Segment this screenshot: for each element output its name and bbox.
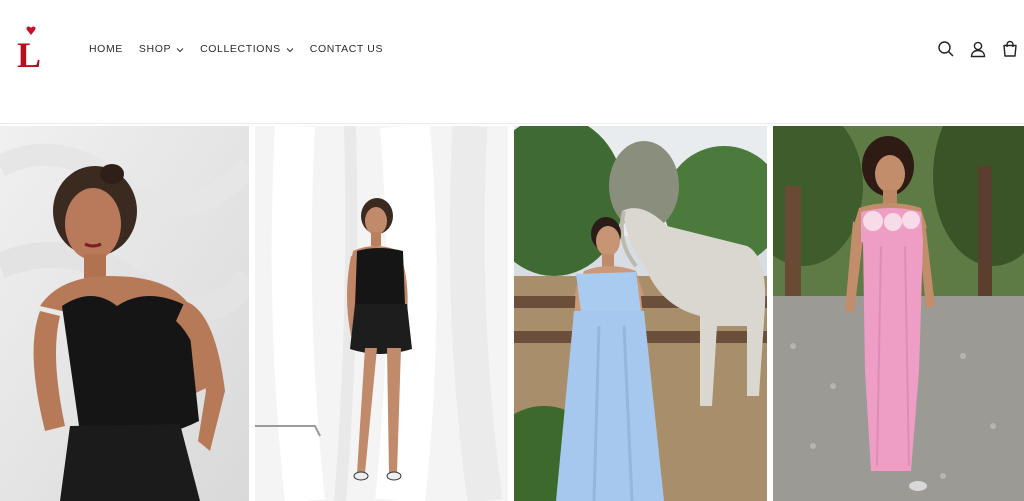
nav-contact-us[interactable]: CONTACT US <box>310 43 383 55</box>
product-image-2[interactable] <box>255 126 508 501</box>
nav-shop-label: SHOP <box>138 43 172 55</box>
account-icon[interactable] <box>967 38 989 60</box>
nav-contact-label: CONTACT US <box>309 43 384 55</box>
header-actions <box>935 38 1024 60</box>
product-image-3[interactable] <box>514 126 767 501</box>
nav-shop[interactable]: SHOP <box>139 43 184 55</box>
site-header: L HOME SHOP COLLECTIONS CONTACT US <box>0 0 1024 124</box>
product-image-grid <box>0 126 1024 501</box>
chevron-down-icon <box>176 45 184 53</box>
brand-logo[interactable]: L <box>14 24 46 75</box>
search-icon[interactable] <box>935 38 957 60</box>
logo-letter: L <box>17 35 41 70</box>
main-nav: HOME SHOP COLLECTIONS CONTACT US <box>89 43 399 55</box>
product-image-1[interactable] <box>0 126 249 501</box>
nav-collections[interactable]: COLLECTIONS <box>200 43 294 55</box>
nav-collections-label: COLLECTIONS <box>200 43 281 55</box>
product-image-4[interactable] <box>773 126 1024 501</box>
cart-icon[interactable] <box>999 38 1021 60</box>
nav-home[interactable]: HOME <box>89 43 123 55</box>
chevron-down-icon <box>286 45 294 53</box>
nav-home-label: HOME <box>89 43 123 55</box>
